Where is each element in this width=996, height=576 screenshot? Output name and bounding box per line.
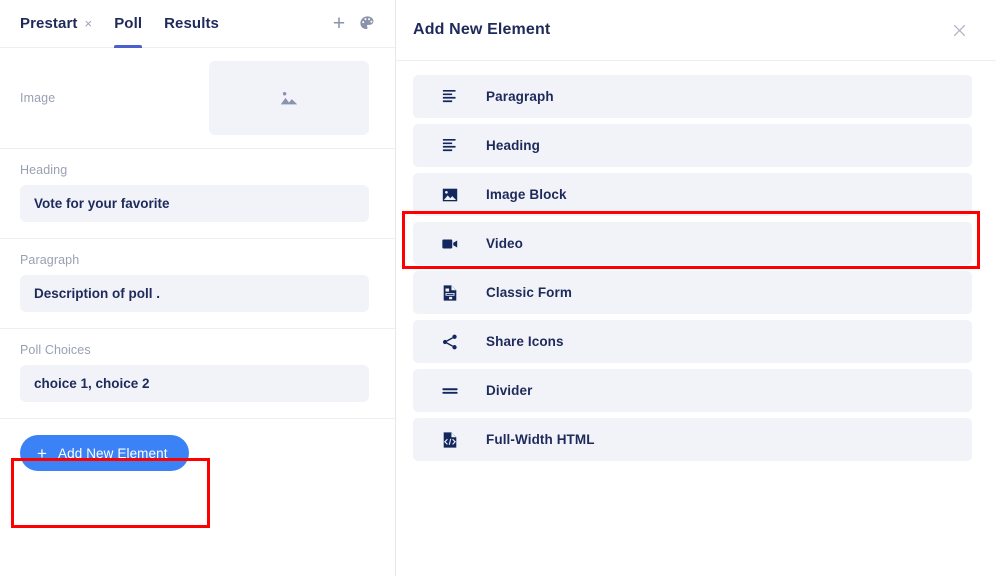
paragraph-icon — [439, 86, 461, 108]
image-placeholder-icon — [278, 87, 300, 109]
tab-poll[interactable]: Poll — [114, 0, 142, 48]
element-option-divider[interactable]: Divider — [413, 369, 972, 412]
element-option-label: Divider — [486, 383, 532, 398]
palette-icon — [358, 14, 377, 33]
poll-choices-input[interactable]: choice 1, choice 2 — [20, 365, 369, 402]
add-tab-button[interactable]: + — [325, 10, 353, 38]
field-label: Paragraph — [20, 253, 369, 267]
tab-results[interactable]: Results — [164, 0, 219, 48]
element-type-list: Paragraph Heading — [396, 61, 996, 576]
element-option-classic-form[interactable]: Classic Form — [413, 271, 972, 314]
element-option-label: Image Block — [486, 187, 567, 202]
plus-icon: + — [333, 13, 345, 34]
add-new-element-drawer: Add New Element — [396, 0, 996, 576]
field-paragraph: Paragraph Description of poll . — [0, 239, 395, 329]
image-icon — [439, 184, 461, 206]
close-icon — [951, 22, 968, 39]
add-element-row: + Add New Element — [0, 419, 395, 487]
video-icon — [439, 233, 461, 255]
tab-close-icon[interactable]: × — [85, 17, 93, 30]
tab-label: Results — [164, 15, 219, 32]
field-label: Poll Choices — [20, 343, 369, 357]
heading-input[interactable]: Vote for your favorite — [20, 185, 369, 222]
element-option-paragraph[interactable]: Paragraph — [413, 75, 972, 118]
element-option-video[interactable]: Video — [413, 222, 972, 265]
left-panel-scroll-area: Image Heading Vote for your favorite Par… — [0, 48, 395, 576]
field-image: Image — [0, 48, 395, 149]
divider-icon — [439, 380, 461, 402]
drawer-title: Add New Element — [413, 21, 550, 39]
element-option-full-width-html[interactable]: Full-Width HTML — [413, 418, 972, 461]
element-option-label: Classic Form — [486, 285, 572, 300]
image-upload-placeholder[interactable] — [209, 61, 369, 135]
field-label: Heading — [20, 163, 369, 177]
close-drawer-button[interactable] — [946, 17, 972, 43]
element-option-label: Full-Width HTML — [486, 432, 595, 447]
tab-label: Prestart — [20, 15, 78, 32]
field-label: Image — [20, 91, 55, 105]
element-option-heading[interactable]: Heading — [413, 124, 972, 167]
page-tabs-bar: Prestart × Poll Results + — [0, 0, 395, 48]
left-editor-panel: Prestart × Poll Results + — [0, 0, 396, 576]
field-poll-choices: Poll Choices choice 1, choice 2 — [0, 329, 395, 419]
plus-icon: + — [37, 445, 47, 462]
element-option-image-block[interactable]: Image Block — [413, 173, 972, 216]
tab-label: Poll — [114, 15, 142, 32]
theme-palette-button[interactable] — [353, 10, 381, 38]
heading-icon — [439, 135, 461, 157]
share-icon — [439, 331, 461, 353]
element-option-label: Share Icons — [486, 334, 564, 349]
code-icon — [439, 429, 461, 451]
element-option-label: Paragraph — [486, 89, 554, 104]
add-new-element-label: Add New Element — [58, 446, 168, 461]
field-heading: Heading Vote for your favorite — [0, 149, 395, 239]
paragraph-input[interactable]: Description of poll . — [20, 275, 369, 312]
element-option-label: Video — [486, 236, 523, 251]
drawer-header: Add New Element — [396, 0, 996, 61]
form-icon — [439, 282, 461, 304]
element-option-share-icons[interactable]: Share Icons — [413, 320, 972, 363]
add-new-element-button[interactable]: + Add New Element — [20, 435, 189, 471]
app-root: Prestart × Poll Results + — [0, 0, 996, 576]
tab-prestart[interactable]: Prestart × — [20, 0, 92, 48]
element-option-label: Heading — [486, 138, 540, 153]
